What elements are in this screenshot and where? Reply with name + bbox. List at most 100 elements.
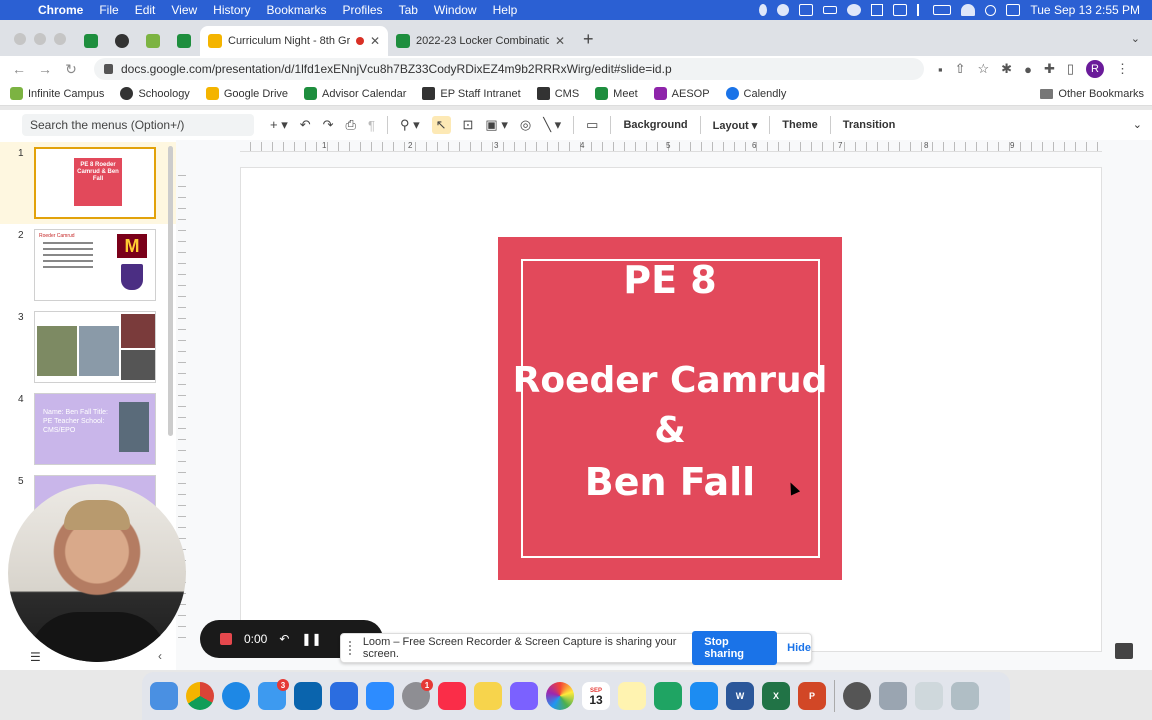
grammarly-icon[interactable] (847, 4, 862, 16)
redo-icon[interactable]: ↷ (323, 117, 334, 133)
notes-icon[interactable] (474, 682, 502, 710)
camera-icon[interactable]: ▪ (938, 62, 943, 77)
profile-avatar[interactable]: R (1086, 60, 1104, 78)
calendar-icon[interactable]: SEP 13 (582, 682, 610, 710)
sidebar-icon[interactable]: ▯ (1067, 61, 1074, 77)
filmstrip-scrollbar[interactable] (168, 146, 173, 436)
window-icon[interactable] (799, 4, 814, 16)
comment-icon[interactable]: ▭ (586, 117, 598, 133)
menu-edit[interactable]: Edit (127, 3, 164, 17)
zoom-window-button[interactable] (54, 33, 66, 45)
menu-app-name[interactable]: Chrome (30, 3, 91, 17)
drive-icon[interactable] (871, 4, 884, 16)
select-tool-icon[interactable]: ↖ (431, 116, 451, 134)
bookmark-aesop[interactable]: AESOP (653, 87, 710, 100)
bookmark-cms[interactable]: CMS (536, 87, 579, 100)
filmstrip-slide-4[interactable]: 4 Name: Ben Fall Title: PE Teacher Schoo… (0, 388, 176, 470)
powerpoint-icon[interactable]: P (798, 682, 826, 710)
shape-icon[interactable]: ◎ (520, 117, 531, 133)
teams-icon[interactable] (330, 682, 358, 710)
menu-search-input[interactable]: Search the menus (Option+/) (22, 114, 254, 136)
drag-handle-icon[interactable] (349, 641, 353, 655)
pause-icon[interactable]: ❚❚ (301, 632, 321, 646)
system-settings-icon[interactable]: 1 (402, 679, 433, 710)
menu-history[interactable]: History (205, 3, 258, 17)
display-icon[interactable] (823, 6, 838, 14)
pinned-tab-sheets[interactable] (169, 26, 200, 56)
menu-tab[interactable]: Tab (391, 3, 426, 17)
outlook-icon[interactable] (294, 682, 322, 710)
menu-clock[interactable]: Tue Sep 13 2:55 PM (1030, 3, 1140, 17)
minimize-window-button[interactable] (34, 33, 46, 45)
line-icon[interactable]: ╲ ▾ (543, 117, 561, 133)
slide-title-ampersand[interactable]: & (498, 410, 842, 451)
more-menu-icon[interactable]: ⋮ (1116, 61, 1129, 77)
photo-icon[interactable] (893, 4, 908, 16)
microphone-icon[interactable] (759, 4, 768, 16)
menu-window[interactable]: Window (426, 3, 485, 17)
zoom-icon[interactable]: ⚲ ▾ (400, 117, 420, 133)
collapse-toolbar-chevron-icon[interactable]: ⌄ (1133, 118, 1142, 131)
record-icon[interactable] (777, 4, 790, 16)
slide-thumbnail[interactable]: Name: Ben Fall Title: PE Teacher School:… (34, 393, 156, 465)
app-store-icon[interactable] (690, 682, 718, 710)
control-center-icon[interactable] (1006, 4, 1021, 16)
menu-profiles[interactable]: Profiles (335, 3, 391, 17)
bookmark-meet[interactable]: Meet (595, 87, 638, 100)
bookmark-ep-staff-intranet[interactable]: EP Staff Intranet (422, 87, 521, 100)
bookmark-calendly[interactable]: Calendly (725, 87, 786, 100)
wifi-icon[interactable] (961, 4, 976, 16)
slide-thumbnail[interactable]: Roeder Camrud M (34, 229, 156, 301)
print-icon[interactable]: ⎙ (346, 117, 356, 133)
puzzle-icon[interactable]: ✚ (1044, 61, 1055, 77)
layout-button[interactable]: Layout ▾ (713, 119, 758, 132)
pinned-tab-classroom[interactable] (76, 26, 107, 56)
stop-recording-button[interactable] (220, 633, 232, 645)
bookmark-star-icon[interactable]: ☆ (978, 61, 990, 77)
close-window-button[interactable] (14, 33, 26, 45)
slide-thumbnail[interactable] (34, 311, 156, 383)
sheets-app-icon[interactable] (654, 682, 682, 710)
address-bar[interactable]: docs.google.com/presentation/d/1lfd1exEN… (94, 58, 924, 80)
stickies-icon[interactable] (618, 682, 646, 710)
undo-icon[interactable]: ↶ (300, 117, 311, 133)
bluetooth-icon[interactable] (917, 4, 923, 16)
paint-format-icon[interactable]: ¶ (368, 118, 375, 133)
new-slide-icon[interactable]: + ▾ (270, 117, 288, 133)
chrome-icon[interactable] (186, 682, 214, 710)
pinned-tab-drive[interactable] (138, 26, 169, 56)
menu-file[interactable]: File (91, 3, 126, 17)
launchpad-icon[interactable] (510, 682, 538, 710)
bookmark-infinite-campus[interactable]: Infinite Campus (10, 87, 104, 100)
excel-icon[interactable]: X (762, 682, 790, 710)
back-button[interactable]: ← (6, 61, 32, 77)
filmstrip-slide-2[interactable]: 2 Roeder Camrud M (0, 224, 176, 306)
loom-webcam-bubble[interactable] (8, 484, 186, 662)
slide-title-name1[interactable]: Roeder Camrud (498, 360, 842, 401)
close-tab-icon[interactable]: ✕ (555, 34, 565, 48)
pinned-tab-schoology[interactable] (107, 26, 138, 56)
slide-thumbnail[interactable]: PE 8 Roeder Camrud & Ben Fall (34, 147, 156, 219)
menu-view[interactable]: View (163, 3, 205, 17)
other-bookmarks[interactable]: Other Bookmarks (1040, 88, 1144, 100)
text-box-icon[interactable]: ⊡ (463, 117, 474, 133)
trash-icon[interactable] (951, 682, 979, 710)
search-icon[interactable] (985, 4, 997, 16)
tab-curriculum-night[interactable]: Curriculum Night - 8th Gra ✕ (200, 26, 388, 56)
menu-help[interactable]: Help (485, 3, 526, 17)
lock-icon[interactable] (104, 64, 113, 74)
close-tab-icon[interactable]: ✕ (370, 34, 380, 48)
extension-icon[interactable]: ✱ (1001, 61, 1012, 77)
bookmark-advisor-calendar[interactable]: Advisor Calendar (304, 87, 406, 100)
new-tab-button[interactable]: + (573, 29, 604, 56)
quicktime-icon[interactable] (843, 682, 871, 710)
filmstrip-slide-3[interactable]: 3 (0, 306, 176, 388)
background-button[interactable]: Background (623, 119, 687, 131)
forward-button[interactable]: → (32, 61, 58, 77)
horizontal-ruler[interactable] (240, 142, 1102, 152)
bookmark-google-drive[interactable]: Google Drive (205, 87, 288, 100)
reload-button[interactable]: ↻ (58, 61, 84, 78)
share-icon[interactable]: ⇧ (955, 61, 966, 77)
theme-button[interactable]: Theme (782, 119, 817, 131)
slide-title-pe8[interactable]: PE 8 (498, 258, 842, 302)
